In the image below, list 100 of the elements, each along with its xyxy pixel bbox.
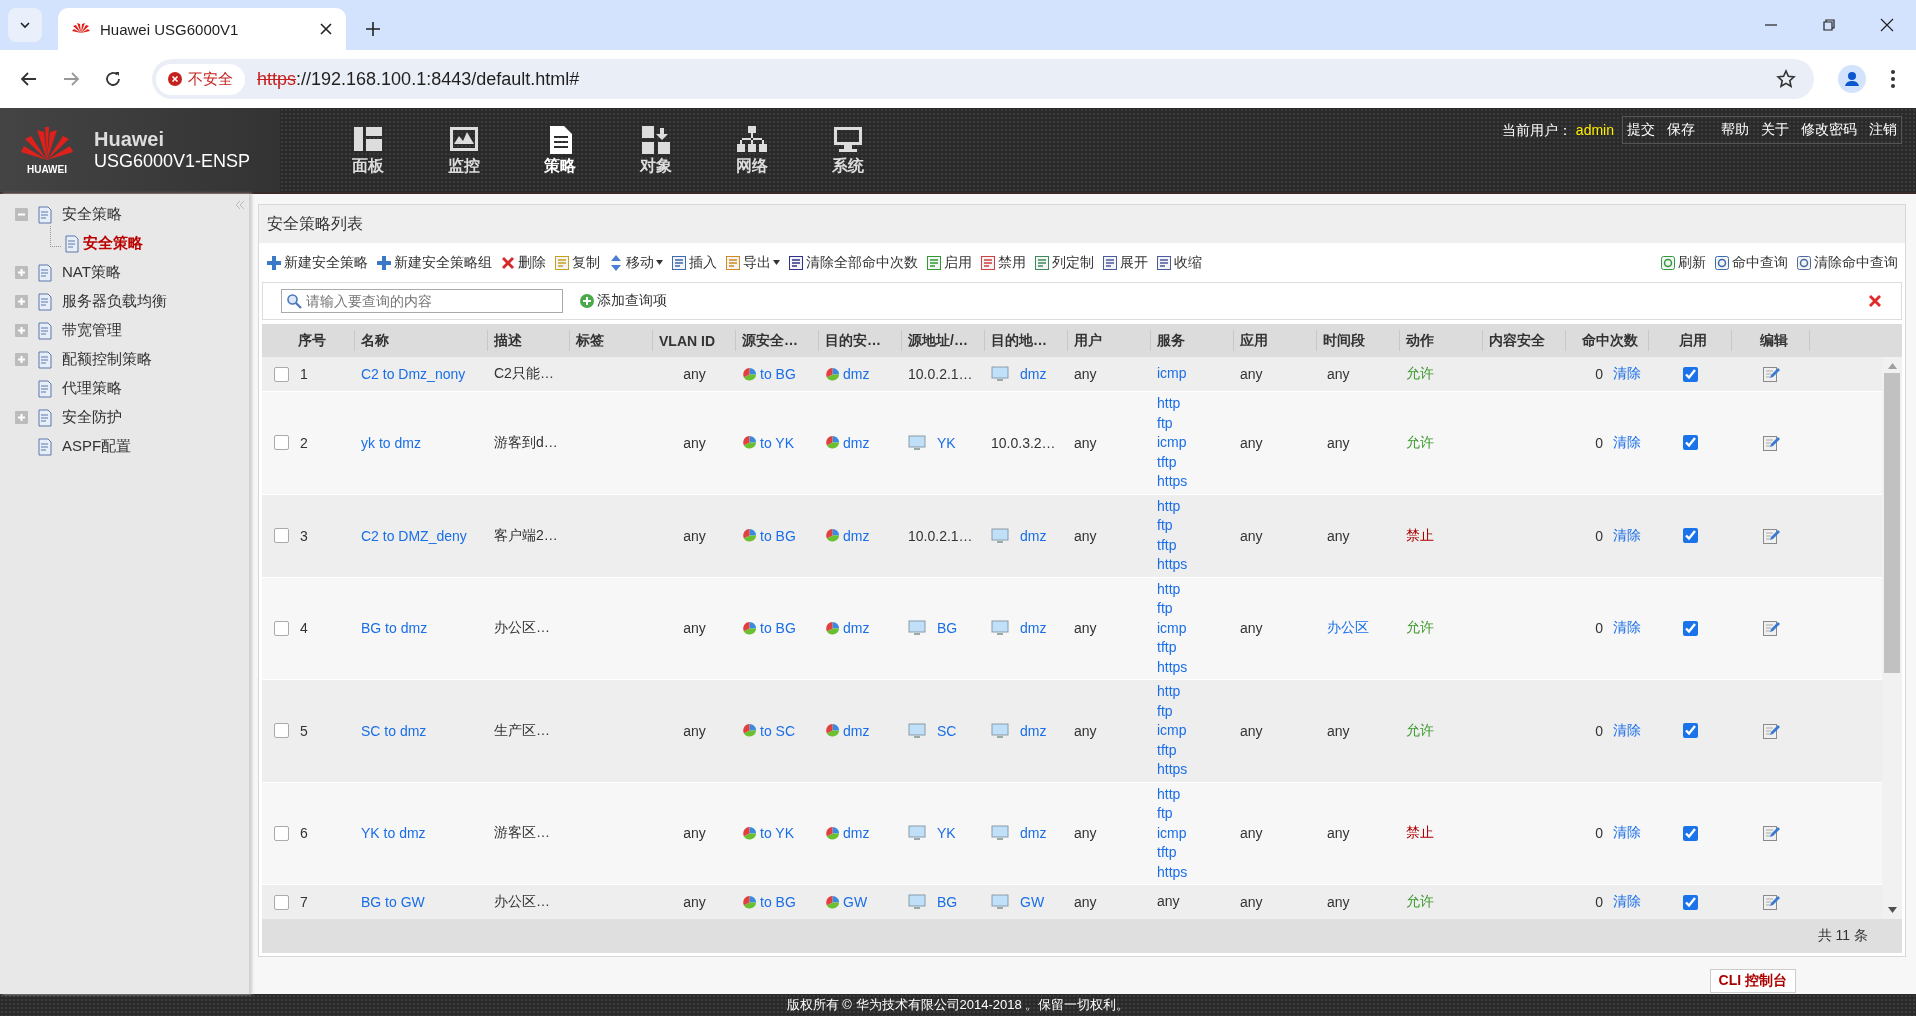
service-link[interactable]: https: [1157, 862, 1188, 882]
header-link[interactable]: 注销: [1869, 121, 1897, 139]
policy-name-link[interactable]: yk to dmz: [361, 434, 421, 451]
service-link[interactable]: icmp: [1157, 721, 1187, 741]
close-icon[interactable]: [320, 23, 332, 35]
address-group-link[interactable]: BG: [937, 894, 958, 910]
zone-link[interactable]: to BG: [760, 620, 796, 637]
row-checkbox[interactable]: [274, 528, 289, 543]
tree-item[interactable]: 安全策略: [62, 205, 122, 224]
address-group-link[interactable]: dmz: [1020, 620, 1047, 637]
toolbar-button[interactable]: 新建安全策略: [266, 253, 368, 272]
zone-link[interactable]: to YK: [760, 434, 794, 451]
clear-link[interactable]: 清除: [1613, 433, 1641, 452]
nav-tab[interactable]: 系统: [800, 108, 896, 192]
enable-checkbox[interactable]: [1683, 528, 1698, 543]
header-link[interactable]: 保存: [1667, 121, 1695, 139]
service-link[interactable]: ftp: [1157, 804, 1173, 824]
service-link[interactable]: http: [1157, 682, 1181, 702]
toolbar-button[interactable]: 列定制: [1034, 253, 1094, 272]
column-header[interactable]: 目的地…: [985, 330, 1068, 351]
service-link[interactable]: https: [1157, 555, 1188, 575]
tree-item[interactable]: ASPF配置: [62, 437, 132, 456]
clear-link[interactable]: 清除: [1613, 893, 1641, 911]
toolbar-button[interactable]: 清除命中查询: [1796, 253, 1898, 272]
search-field[interactable]: 请输入要查询的内容: [281, 289, 563, 313]
column-header[interactable]: 名称: [355, 330, 488, 351]
service-link[interactable]: ftp: [1157, 599, 1173, 619]
service-link[interactable]: http: [1157, 496, 1181, 516]
clear-link[interactable]: 清除: [1613, 526, 1641, 545]
zone-link[interactable]: to BG: [760, 894, 796, 910]
zone-link[interactable]: to BG: [760, 366, 796, 382]
service-link[interactable]: icmp: [1157, 364, 1187, 384]
clear-link[interactable]: 清除: [1613, 824, 1641, 843]
row-checkbox[interactable]: [274, 366, 289, 382]
toolbar-button[interactable]: 启用: [926, 253, 972, 272]
enable-checkbox[interactable]: [1683, 620, 1698, 636]
service-link[interactable]: tftp: [1157, 843, 1177, 863]
add-query-button[interactable]: 添加查询项: [579, 292, 667, 310]
row-checkbox[interactable]: [274, 894, 289, 910]
service-link[interactable]: http: [1157, 394, 1181, 414]
zone-link[interactable]: to BG: [760, 527, 796, 544]
enable-checkbox[interactable]: [1683, 435, 1698, 451]
service-link[interactable]: icmp: [1157, 823, 1187, 843]
header-link[interactable]: 修改密码: [1801, 121, 1857, 139]
policy-name-link[interactable]: C2 to Dmz_nony: [361, 366, 466, 382]
close-icon[interactable]: [1880, 18, 1894, 32]
column-header[interactable]: 时间段: [1317, 330, 1400, 351]
zone-link[interactable]: dmz: [843, 366, 870, 382]
clear-link[interactable]: 清除: [1613, 721, 1641, 740]
row-checkbox[interactable]: [274, 435, 289, 451]
edit-icon[interactable]: [1762, 526, 1780, 545]
scroll-up-icon[interactable]: [1887, 363, 1897, 369]
address-group-link[interactable]: SC: [937, 722, 957, 739]
policy-name-link[interactable]: BG to dmz: [361, 620, 428, 637]
scrollbar[interactable]: [1882, 357, 1902, 919]
service-link[interactable]: tftp: [1157, 535, 1177, 555]
browser-tab[interactable]: Huawei USG6000V1: [58, 8, 346, 50]
edit-icon[interactable]: [1762, 365, 1780, 383]
header-link[interactable]: 提交: [1627, 121, 1655, 139]
service-link[interactable]: tftp: [1157, 740, 1177, 760]
new-tab-icon[interactable]: [366, 22, 380, 36]
service-link[interactable]: https: [1157, 760, 1188, 780]
enable-checkbox[interactable]: [1683, 366, 1698, 382]
service-link[interactable]: https: [1157, 657, 1188, 677]
toolbar-button[interactable]: 命中查询: [1714, 253, 1788, 272]
row-checkbox[interactable]: [274, 723, 289, 739]
row-checkbox[interactable]: [274, 620, 289, 636]
toolbar-button[interactable]: 移动: [608, 253, 663, 272]
column-header[interactable]: 动作: [1400, 330, 1483, 351]
address-field[interactable]: 不安全 https://192.168.100.1:8443/default.html#: [152, 59, 1814, 99]
edit-icon[interactable]: [1762, 824, 1780, 843]
service-link[interactable]: ftp: [1157, 701, 1173, 721]
address-group-link[interactable]: GW: [1020, 894, 1045, 910]
zone-link[interactable]: GW: [843, 894, 868, 910]
column-header[interactable]: 命中次数: [1566, 330, 1649, 351]
column-header[interactable]: 标签: [570, 330, 653, 351]
policy-name-link[interactable]: C2 to DMZ_deny: [361, 527, 467, 544]
nav-tab[interactable]: 对象: [608, 108, 704, 192]
bookmark-star-icon[interactable]: [1776, 69, 1796, 89]
zone-link[interactable]: to YK: [760, 825, 794, 842]
service-link[interactable]: icmp: [1157, 618, 1187, 638]
restore-icon[interactable]: [1822, 18, 1836, 32]
toolbar-button[interactable]: 展开: [1102, 253, 1148, 272]
clear-link[interactable]: 清除: [1613, 365, 1641, 383]
nav-tab[interactable]: 网络: [704, 108, 800, 192]
service-link[interactable]: ftp: [1157, 516, 1173, 536]
enable-checkbox[interactable]: [1683, 723, 1698, 739]
address-group-link[interactable]: dmz: [1020, 366, 1047, 382]
column-header[interactable]: 服务: [1151, 330, 1234, 351]
header-link[interactable]: 关于: [1761, 121, 1789, 139]
service-link[interactable]: icmp: [1157, 433, 1187, 453]
toolbar-button[interactable]: 清除全部命中次数: [788, 253, 918, 272]
enable-checkbox[interactable]: [1683, 894, 1698, 910]
toolbar-button[interactable]: 插入: [671, 253, 717, 272]
service-link[interactable]: ftp: [1157, 413, 1173, 433]
zone-link[interactable]: dmz: [843, 722, 870, 739]
address-group-link[interactable]: dmz: [1020, 722, 1047, 739]
column-header[interactable]: 启用: [1649, 330, 1732, 351]
edit-icon[interactable]: [1762, 721, 1780, 740]
edit-icon[interactable]: [1762, 433, 1780, 452]
